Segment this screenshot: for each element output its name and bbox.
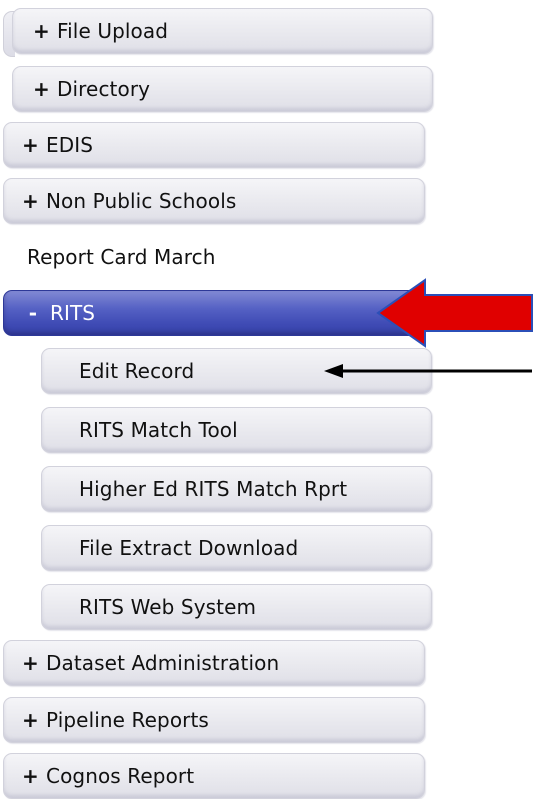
menu-item-report-card-march[interactable]: Report Card March [0, 234, 422, 280]
navigation-menu: + File Upload + Directory + EDIS + Non P… [0, 0, 533, 799]
menu-item-label: Directory [57, 77, 151, 101]
expand-icon: + [22, 651, 39, 675]
menu-item-label: Cognos Report [46, 764, 195, 788]
menu-item-rits[interactable]: - RITS [3, 290, 425, 336]
submenu-item-rits-match-tool[interactable]: RITS Match Tool [41, 407, 432, 453]
menu-item-label: EDIS [46, 133, 94, 157]
submenu-item-label: Higher Ed RITS Match Rprt [79, 477, 348, 501]
submenu-item-file-extract-download[interactable]: File Extract Download [41, 525, 432, 571]
expand-icon: + [22, 189, 39, 213]
menu-item-edis[interactable]: + EDIS [3, 122, 425, 168]
menu-item-file-upload[interactable]: + File Upload [12, 8, 433, 54]
menu-item-directory[interactable]: + Directory [12, 66, 433, 112]
submenu-item-rits-web-system[interactable]: RITS Web System [41, 584, 432, 630]
menu-item-label: Dataset Administration [46, 651, 280, 675]
menu-item-pipeline-reports[interactable]: + Pipeline Reports [3, 697, 425, 743]
submenu-item-label: Edit Record [79, 359, 195, 383]
menu-item-label: Non Public Schools [46, 189, 237, 213]
expand-icon: + [22, 133, 39, 157]
menu-item-cognos-report[interactable]: + Cognos Report [3, 753, 425, 799]
menu-item-label: File Upload [57, 19, 169, 43]
submenu-item-label: RITS Match Tool [79, 418, 238, 442]
expand-icon: + [22, 708, 39, 732]
menu-item-non-public-schools[interactable]: + Non Public Schools [3, 178, 425, 224]
menu-item-label: RITS [50, 301, 96, 325]
submenu-item-label: RITS Web System [79, 595, 257, 619]
menu-item-label: Pipeline Reports [46, 708, 209, 732]
submenu-item-edit-record[interactable]: Edit Record [41, 348, 432, 394]
expand-icon: + [33, 19, 50, 43]
menu-item-dataset-administration[interactable]: + Dataset Administration [3, 640, 425, 686]
collapse-icon: - [28, 301, 38, 325]
submenu-item-label: File Extract Download [79, 536, 299, 560]
submenu-item-higher-ed-rits-match-rprt[interactable]: Higher Ed RITS Match Rprt [41, 466, 432, 512]
expand-icon: + [22, 764, 39, 788]
menu-item-label: Report Card March [27, 245, 216, 269]
expand-icon: + [33, 77, 50, 101]
